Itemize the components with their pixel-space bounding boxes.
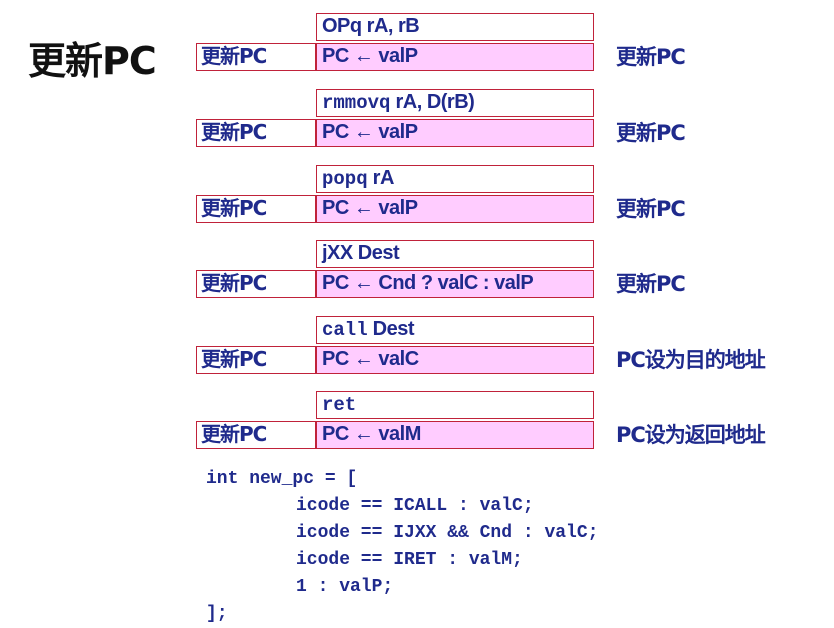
instruction-block-opq: OPq rA, rB 更新PC PC ← valP 更新PC bbox=[0, 13, 834, 75]
instruction-mnemonic: ret bbox=[322, 394, 357, 416]
code-line: icode == ICALL : valC; bbox=[296, 496, 534, 516]
instruction-mnemonic: rmmovq bbox=[322, 92, 391, 114]
pc-action: PC ← valC bbox=[316, 346, 594, 374]
pc-note: 更新PC bbox=[616, 272, 686, 296]
instruction-operands: rA, D(rB) bbox=[390, 91, 475, 113]
pc-action: PC ← valP bbox=[316, 195, 594, 223]
instruction-block-popq: popq rA 更新PC PC ← valP 更新PC bbox=[0, 165, 834, 227]
stage-label: 更新PC bbox=[196, 43, 316, 71]
stage-label: 更新PC bbox=[196, 346, 316, 374]
pc-note: 更新PC bbox=[616, 121, 686, 145]
instruction-header: popq rA bbox=[316, 165, 594, 193]
instruction-text: OPq rA, rB bbox=[322, 15, 420, 37]
pc-action: PC ← valP bbox=[316, 119, 594, 147]
instruction-mnemonic: popq bbox=[322, 168, 368, 190]
instruction-header: ret bbox=[316, 391, 594, 419]
code-line: icode == IRET : valM; bbox=[296, 550, 523, 570]
instruction-text: jXX Dest bbox=[322, 242, 400, 264]
code-line: 1 : valP; bbox=[296, 577, 394, 597]
code-line: ]; bbox=[206, 604, 228, 624]
instruction-header: OPq rA, rB bbox=[316, 13, 594, 41]
instruction-block-ret: ret 更新PC PC ← valM PC设为返回地址 bbox=[0, 391, 834, 453]
stage-label: 更新PC bbox=[196, 119, 316, 147]
instruction-header: rmmovq rA, D(rB) bbox=[316, 89, 594, 117]
instruction-block-rmmovq: rmmovq rA, D(rB) 更新PC PC ← valP 更新PC bbox=[0, 89, 834, 151]
stage-label: 更新PC bbox=[196, 195, 316, 223]
stage-label: 更新PC bbox=[196, 270, 316, 298]
stage-label: 更新PC bbox=[196, 421, 316, 449]
pc-note: PC设为返回地址 bbox=[616, 423, 766, 447]
instruction-operands: rA bbox=[367, 167, 395, 189]
instruction-operands: Dest bbox=[367, 318, 415, 340]
instruction-block-call: call Dest 更新PC PC ← valC PC设为目的地址 bbox=[0, 316, 834, 378]
pc-note: 更新PC bbox=[616, 197, 686, 221]
hcl-code-block: int new_pc = [ icode == ICALL : valC; ic… bbox=[206, 466, 598, 628]
pc-action: PC ← valM bbox=[316, 421, 594, 449]
pc-action: PC ← Cnd ? valC : valP bbox=[316, 270, 594, 298]
code-line: icode == IJXX && Cnd : valC; bbox=[296, 523, 599, 543]
code-line: int new_pc = [ bbox=[206, 469, 358, 489]
pc-action: PC ← valP bbox=[316, 43, 594, 71]
pc-note: PC设为目的地址 bbox=[616, 348, 766, 372]
instruction-block-jxx: jXX Dest 更新PC PC ← Cnd ? valC : valP 更新P… bbox=[0, 240, 834, 302]
instruction-mnemonic: call bbox=[322, 319, 368, 341]
pc-note: 更新PC bbox=[616, 45, 686, 69]
instruction-header: jXX Dest bbox=[316, 240, 594, 268]
instruction-header: call Dest bbox=[316, 316, 594, 344]
